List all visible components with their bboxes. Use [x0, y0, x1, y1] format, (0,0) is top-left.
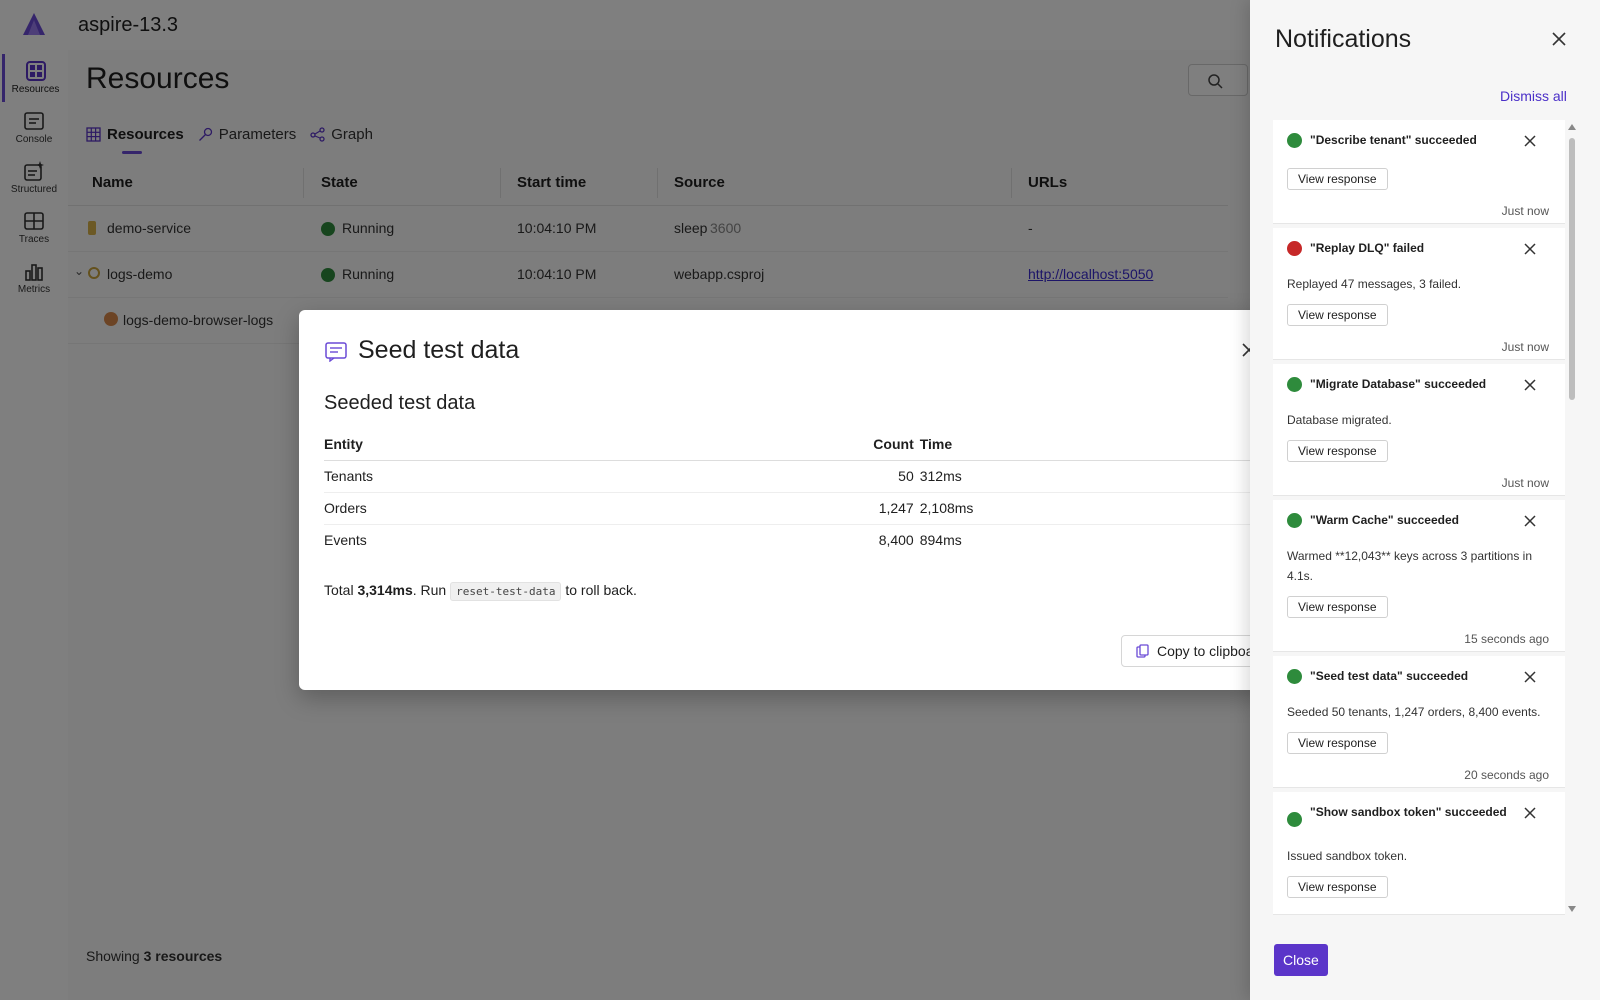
column-header-time: Time — [919, 428, 1276, 461]
close-icon[interactable] — [1523, 242, 1537, 256]
count-cell: 50 — [859, 460, 920, 493]
notification-time: Just now — [1501, 204, 1549, 218]
scroll-up-arrow-icon[interactable] — [1568, 124, 1576, 130]
dialog-title: Seed test data — [358, 336, 520, 364]
notification-card: "Migrate Database" succeeded Database mi… — [1273, 364, 1565, 496]
error-status-icon — [1287, 241, 1302, 256]
summary-suffix: to roll back. — [565, 582, 637, 598]
notification-title: "Describe tenant" succeeded — [1310, 133, 1477, 147]
close-icon[interactable] — [1523, 514, 1537, 528]
notification-title: "Warm Cache" succeeded — [1310, 513, 1459, 527]
notification-card: "Show sandbox token" succeeded Issued sa… — [1273, 792, 1565, 915]
notification-message: Issued sandbox token. — [1287, 849, 1408, 863]
notification-title: "Seed test data" succeeded — [1310, 669, 1469, 683]
notifications-title: Notifications — [1275, 25, 1412, 53]
seed-results-table: Entity Count Time Tenants 50 312ms Order… — [324, 428, 1276, 556]
table-row: Events 8,400 894ms — [324, 524, 1276, 556]
column-header-count: Count — [859, 428, 920, 461]
notification-card: "Seed test data" succeeded Seeded 50 ten… — [1273, 656, 1565, 788]
notification-message: Warmed **12,043** keys across 3 partitio… — [1287, 549, 1533, 583]
column-header-entity: Entity — [324, 428, 860, 461]
table-row: Tenants 50 312ms — [324, 460, 1276, 493]
count-cell: 8,400 — [878, 532, 914, 549]
summary-prefix: Total — [324, 582, 354, 598]
notification-time: 15 seconds ago — [1464, 632, 1549, 646]
seed-test-data-dialog: Seed test data Seeded test data Entity C… — [299, 310, 1301, 690]
chat-message-icon — [325, 342, 347, 362]
close-icon[interactable] — [1523, 806, 1537, 820]
copy-icon — [1136, 644, 1149, 658]
notification-time: Just now — [1501, 476, 1549, 490]
view-response-button[interactable]: View response — [1287, 876, 1388, 898]
close-icon[interactable] — [1523, 670, 1537, 684]
notification-time: Just now — [1501, 340, 1549, 354]
close-notifications-button[interactable]: Close — [1274, 944, 1328, 976]
notification-message: Replayed 47 messages, 3 failed. — [1287, 277, 1462, 291]
close-icon[interactable] — [1550, 30, 1568, 48]
summary-mid: . Run — [412, 582, 447, 598]
time-cell: 312ms — [919, 460, 1276, 493]
success-status-icon — [1287, 133, 1302, 148]
entity-cell: Events — [324, 532, 367, 549]
table-header-row: Entity Count Time — [324, 428, 1276, 461]
close-icon[interactable] — [1523, 134, 1537, 148]
summary-command: reset-test-data — [450, 582, 562, 601]
view-response-button[interactable]: View response — [1287, 732, 1388, 754]
close-icon[interactable] — [1523, 378, 1537, 392]
scroll-down-arrow-icon[interactable] — [1568, 906, 1576, 912]
dialog-summary: Total 3,314ms. Run reset-test-data to ro… — [324, 582, 637, 601]
time-cell: 2,108ms — [919, 492, 1276, 525]
notification-time: 20 seconds ago — [1464, 768, 1549, 782]
notification-card: "Replay DLQ" failed Replayed 47 messages… — [1273, 228, 1565, 360]
dismiss-all-link[interactable]: Dismiss all — [1500, 88, 1567, 104]
notification-title: "Replay DLQ" failed — [1310, 241, 1425, 255]
scrollbar-thumb[interactable] — [1569, 138, 1575, 400]
success-status-icon — [1287, 513, 1302, 528]
success-status-icon — [1287, 812, 1302, 827]
dialog-subtitle: Seeded test data — [324, 392, 476, 414]
summary-total: 3,314ms — [357, 582, 413, 598]
entity-cell: Tenants — [324, 460, 860, 493]
view-response-button[interactable]: View response — [1287, 304, 1388, 326]
notification-card: "Warm Cache" succeeded Warmed **12,043**… — [1273, 500, 1565, 652]
success-status-icon — [1287, 669, 1302, 684]
notification-message: Database migrated. — [1287, 413, 1392, 427]
notification-title: "Migrate Database" succeeded — [1310, 377, 1487, 391]
notification-message: Seeded 50 tenants, 1,247 orders, 8,400 e… — [1287, 705, 1541, 719]
entity-cell: Orders — [324, 492, 860, 525]
table-row: Orders 1,247 2,108ms — [324, 492, 1276, 525]
time-cell: 894ms — [919, 532, 962, 549]
view-response-button[interactable]: View response — [1287, 168, 1388, 190]
notification-list: "Describe tenant" succeeded View respons… — [1273, 120, 1565, 915]
notification-title: "Show sandbox token" succeeded — [1310, 805, 1507, 819]
notification-card: "Describe tenant" succeeded View respons… — [1273, 120, 1565, 224]
count-cell: 1,247 — [859, 492, 920, 525]
view-response-button[interactable]: View response — [1287, 440, 1388, 462]
view-response-button[interactable]: View response — [1287, 596, 1388, 618]
success-status-icon — [1287, 377, 1302, 392]
notifications-scrollbar[interactable] — [1568, 124, 1576, 914]
notifications-panel: Notifications Dismiss all "Describe tena… — [1250, 0, 1600, 1000]
